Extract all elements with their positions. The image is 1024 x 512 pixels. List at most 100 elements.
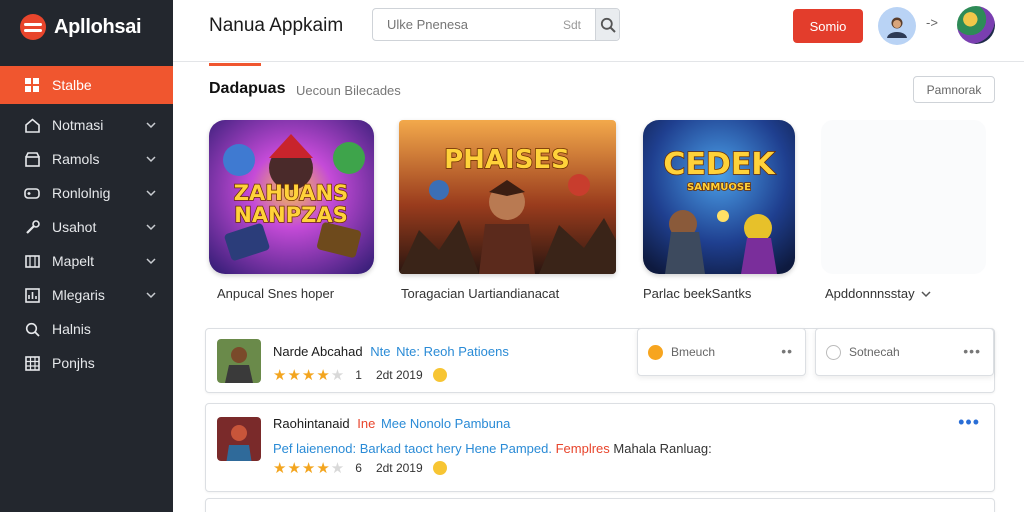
- store-icon: [24, 151, 40, 167]
- sidebar-item-label: Halnis: [52, 321, 91, 337]
- table-icon: [24, 355, 40, 371]
- review-app-name: Raohintanaid: [273, 416, 350, 431]
- review-title: Raohintanaid Ine Mee Nonolo Pambuna: [273, 416, 510, 431]
- rating-date: 2dt 2019: [375, 368, 423, 382]
- emoji-icon: [648, 344, 663, 360]
- chevron-down-icon[interactable]: [145, 289, 157, 301]
- section-action-button[interactable]: Pamnorak: [913, 76, 995, 103]
- review-tag: Ine: [357, 416, 376, 431]
- page-title: Nanua Appkaim: [209, 15, 344, 36]
- map-icon: [24, 253, 40, 269]
- review-tag: Nte: [370, 344, 391, 359]
- sidebar-item-ponjhs[interactable]: Ponjhs: [0, 346, 173, 380]
- app-tile[interactable]: PHAISES Toragacian Uartiandianacat: [399, 120, 616, 301]
- brand[interactable]: Apllohsai: [20, 10, 142, 44]
- grid-icon: [24, 77, 40, 93]
- reaction-popover[interactable]: Sotnecah •••: [815, 328, 994, 376]
- chart-icon: [24, 287, 40, 303]
- sidebar-item-ronlolnig[interactable]: Ronlolnig: [0, 176, 173, 210]
- section-title-underline: [209, 63, 261, 66]
- popover-label: Sotnecah: [849, 345, 900, 359]
- tile-art-text: SANMUOSE: [687, 182, 751, 193]
- app-tile-label: Parlac beekSantks: [643, 286, 752, 301]
- star-rating: ★★★★★: [273, 367, 346, 384]
- app-tile[interactable]: ZAHUANS NANPZAS Anpucal Snes hoper: [209, 120, 374, 301]
- more-options-icon[interactable]: •••: [963, 343, 981, 359]
- sidebar-item-label: Mlegaris: [52, 287, 105, 303]
- review-card[interactable]: [205, 498, 995, 512]
- chevron-down-icon[interactable]: [145, 221, 157, 233]
- app-logo-icon: [20, 14, 46, 40]
- header-arrow[interactable]: ->: [926, 15, 938, 30]
- rating: ★★★★★ 1 2dt 2019: [273, 366, 447, 384]
- review-description: Pef laienenod: Barkad taoct hery Hene Pa…: [273, 441, 712, 456]
- main-content: Dadapuas Uecoun Bilecades Pamnorak ZAHUA…: [173, 62, 1024, 512]
- app-tile[interactable]: Apddonnnsstay: [821, 120, 986, 301]
- search-hint: Sdt: [563, 17, 582, 32]
- wrench-icon: [24, 219, 40, 235]
- review-desc-part: Mahala Ranluag:: [613, 441, 712, 456]
- review-desc-part: Pef laienenod: Barkad taoct hery Hene Pa…: [273, 441, 552, 456]
- app-thumbnail: [217, 417, 261, 461]
- rating-value: 6: [355, 461, 362, 475]
- review-tag-detail: Nte: Reoh Patioens: [396, 344, 509, 359]
- emoji-icon: [432, 368, 447, 382]
- app-tile-label: Toragacian Uartiandianacat: [401, 286, 560, 301]
- app-thumbnail: [217, 339, 261, 383]
- app-name: Apllohsai: [54, 15, 142, 38]
- rating-value: 1: [355, 368, 362, 382]
- rating-date: 2dt 2019: [375, 461, 423, 475]
- search-button[interactable]: [595, 9, 619, 40]
- game-avatar[interactable]: [957, 6, 995, 44]
- chevron-down-icon[interactable]: [145, 153, 157, 165]
- sidebar-item-label: Stalbe: [52, 77, 92, 93]
- app-tile-placeholder: [821, 120, 986, 274]
- app-tile-label: Apddonnnsstay: [825, 286, 931, 301]
- review-app-name: Narde Abcahad: [273, 344, 363, 359]
- review-card[interactable]: Raohintanaid Ine Mee Nonolo Pambuna Pef …: [205, 403, 995, 492]
- section-title: Dadapuas: [209, 80, 286, 97]
- sidebar-item-ramols[interactable]: Ramols: [0, 142, 173, 176]
- chevron-down-icon[interactable]: [145, 187, 157, 199]
- tile-art-text: ZAHUANS: [234, 181, 348, 205]
- sidebar-item-label: Ramols: [52, 151, 100, 167]
- sidebar-item-mlegaris[interactable]: Mlegaris: [0, 278, 173, 312]
- sidebar-item-notmasi[interactable]: Notmasi: [0, 108, 173, 142]
- reaction-popover[interactable]: Bmeuch ••: [637, 328, 806, 376]
- primary-action-button[interactable]: Somio: [793, 9, 863, 43]
- app-tile-art: PHAISES: [399, 120, 616, 274]
- review-tag-detail: Mee Nonolo Pambuna: [380, 416, 511, 431]
- search-icon: [24, 321, 40, 337]
- tile-art-text: CEDEK: [663, 147, 776, 182]
- search-bar: Sdt: [372, 8, 620, 41]
- tile-art-text: NANPZAS: [234, 203, 347, 227]
- emoji-outline-icon: [826, 344, 841, 360]
- app-tile[interactable]: CEDEK SANMUOSE Parlac beekSantks: [643, 120, 795, 301]
- search-icon: [600, 17, 616, 33]
- sidebar-item-stalbe[interactable]: Stalbe: [0, 66, 179, 104]
- sidebar-item-halnis[interactable]: Halnis: [0, 312, 173, 346]
- sidebar-item-usahot[interactable]: Usahot: [0, 210, 173, 244]
- app-tile-art: CEDEK SANMUOSE: [643, 120, 795, 274]
- app-tile-label: Anpucal Snes hoper: [217, 286, 335, 301]
- sidebar-item-mapelt[interactable]: Mapelt: [0, 244, 173, 278]
- emoji-icon: [432, 461, 447, 475]
- review-desc-part: Femplres: [555, 441, 610, 456]
- app-tile-art: ZAHUANS NANPZAS: [209, 120, 374, 274]
- top-header: Nanua Appkaim Sdt Somio ->: [173, 0, 1024, 62]
- tile-art-text: PHAISES: [444, 145, 570, 175]
- more-options-icon[interactable]: •••: [958, 412, 980, 433]
- rating: ★★★★★ 6 2dt 2019: [273, 459, 447, 477]
- sidebar-nav: Stalbe Notmasi Ramols Ronlolnig Usahot M…: [0, 66, 179, 380]
- gamepad-icon: [24, 185, 40, 201]
- chevron-down-icon[interactable]: [921, 289, 931, 299]
- popover-label: Bmeuch: [671, 345, 716, 359]
- more-options-icon[interactable]: ••: [781, 343, 793, 359]
- chevron-down-icon[interactable]: [145, 119, 157, 131]
- search-input[interactable]: [373, 9, 563, 40]
- chevron-down-icon[interactable]: [145, 255, 157, 267]
- avatar[interactable]: [878, 7, 916, 45]
- review-title: Narde Abcahad Nte Nte: Reoh Patioens: [273, 344, 509, 359]
- sidebar-item-label: Usahot: [52, 219, 97, 235]
- section-subtitle: Uecoun Bilecades: [296, 83, 401, 98]
